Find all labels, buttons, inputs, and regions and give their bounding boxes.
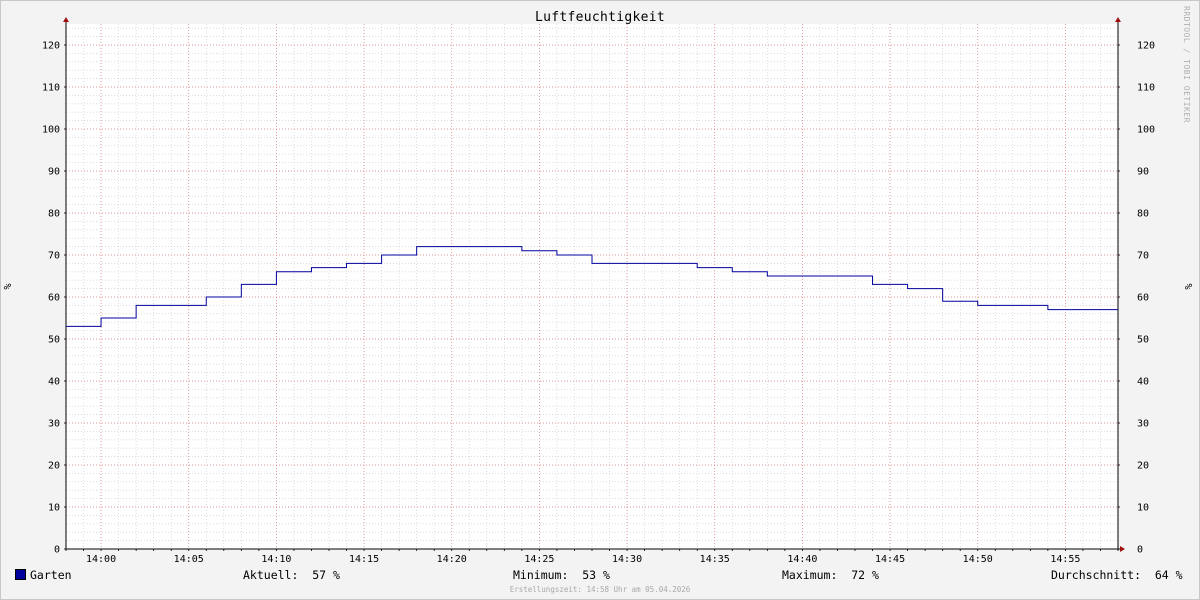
x-tick-label: 14:40	[787, 554, 817, 565]
y-tick-label-right: 50	[1137, 335, 1149, 346]
x-tick-label: 14:05	[174, 554, 204, 565]
y-tick-label-right: 80	[1137, 209, 1149, 220]
x-tick-label: 14:25	[524, 554, 554, 565]
creation-timestamp: Erstellungszeit: 14:58 Uhr am 05.04.2026	[509, 585, 691, 594]
y-tick-label-left: 40	[48, 377, 60, 388]
x-tick-label: 14:20	[437, 554, 467, 565]
x-tick-label: 14:15	[349, 554, 379, 565]
y-unit-label-left: %	[3, 283, 14, 289]
x-tick-label: 14:45	[875, 554, 905, 565]
y-tick-label-right: 60	[1137, 293, 1149, 304]
y-tick-label-right: 110	[1137, 83, 1155, 94]
y-tick-label-right: 40	[1137, 377, 1149, 388]
x-axis-arrow	[1120, 546, 1125, 552]
y-tick-label-right: 0	[1137, 545, 1143, 556]
stat-durchschnitt: Durchschnitt: 64 %	[1051, 568, 1183, 582]
y-tick-label-left: 10	[48, 503, 60, 514]
y-unit-label-right: %	[1182, 283, 1193, 289]
legend: Garten Aktuell: 57 % Minimum: 53 % Maxim…	[0, 568, 1200, 584]
legend-series-name: Garten	[30, 568, 72, 582]
chart-plot: 0 0 10 10 20 20 30 30 40 40 50 50 60 60 70 70 80 80 90 90 10…	[3, 17, 1193, 565]
x-tick-label: 14:35	[700, 554, 730, 565]
x-tick-label: 14:50	[963, 554, 993, 565]
y-tick-label-left: 80	[48, 209, 60, 220]
x-tick-label: 14:55	[1050, 554, 1080, 565]
x-tick-label: 14:00	[86, 554, 116, 565]
y-tick-label-right: 10	[1137, 503, 1149, 514]
y-tick-label-left: 60	[48, 293, 60, 304]
y-axis-left-arrow	[63, 17, 69, 22]
y-tick-label-left: 100	[42, 125, 60, 136]
stat-maximum: Maximum: 72 %	[782, 568, 879, 582]
y-tick-label-right: 120	[1137, 41, 1155, 52]
y-tick-label-left: 110	[42, 83, 60, 94]
y-axis-right-arrow	[1115, 17, 1121, 22]
legend-swatch	[15, 569, 26, 580]
y-tick-label-right: 20	[1137, 461, 1149, 472]
x-tick-label: 14:30	[612, 554, 642, 565]
y-tick-label-right: 90	[1137, 167, 1149, 178]
x-tick-label: 14:10	[261, 554, 291, 565]
stat-aktuell: Aktuell: 57 %	[243, 568, 340, 582]
y-tick-label-right: 70	[1137, 251, 1149, 262]
y-tick-label-right: 100	[1137, 125, 1155, 136]
y-tick-label-left: 70	[48, 251, 60, 262]
stat-minimum: Minimum: 53 %	[513, 568, 610, 582]
y-tick-label-left: 50	[48, 335, 60, 346]
y-tick-label-left: 90	[48, 167, 60, 178]
y-tick-label-left: 20	[48, 461, 60, 472]
y-tick-label-left: 30	[48, 419, 60, 430]
y-tick-label-left: 120	[42, 41, 60, 52]
y-tick-label-left: 0	[54, 545, 60, 556]
y-tick-label-right: 30	[1137, 419, 1149, 430]
